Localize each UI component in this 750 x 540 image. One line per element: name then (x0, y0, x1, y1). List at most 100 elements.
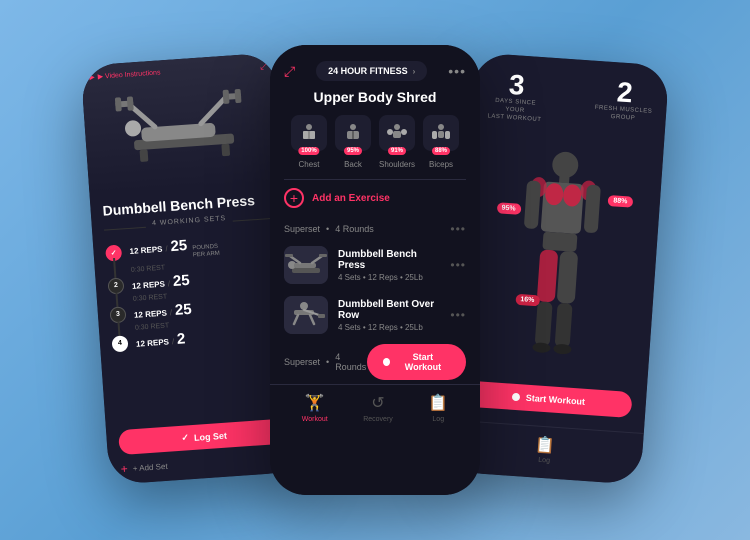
body-map-area: 95% 88% 16% (452, 126, 664, 394)
chest-pct: 100% (298, 147, 319, 155)
reps-1: 12 REPS (129, 244, 162, 255)
set-details-1: 12 REPS / 25 POUNDSPER ARM (129, 235, 220, 265)
bench-dots[interactable]: ••• (450, 258, 466, 272)
check-icon: ✓ (181, 432, 189, 443)
row-thumb-svg (284, 296, 328, 334)
chest-icon-bg (291, 115, 327, 151)
play-icon: ▶ (89, 73, 95, 81)
center-phone: ⤢ 24 HOUR FITNESS › ••• Upper Body Shred (270, 45, 480, 495)
add-exercise-label: Add an Exercise (312, 193, 390, 204)
workout-nav-label: Workout (302, 416, 328, 423)
set-details-3: 12 REPS / 25 (133, 301, 192, 322)
weight-4: 2 (176, 330, 186, 348)
add-set-label: + Add Set (132, 461, 167, 472)
muscle-item-biceps: 88% Biceps (423, 115, 459, 169)
nav-item-workout[interactable]: 🏋 Workout (302, 393, 328, 423)
days-stat: 3 DAYS SINCE YOURLAST WORKOUT (484, 69, 547, 124)
right-start-label: Start Workout (525, 393, 585, 407)
weight-2: 25 (172, 272, 190, 290)
quad-pct-badge: 16% (515, 294, 540, 307)
start-btn-dot (383, 358, 390, 366)
weight-1: 25 (170, 237, 188, 255)
workout-image: ▶ ▶ Video Instructions ⤢ (81, 52, 285, 195)
row-dots[interactable]: ••• (450, 308, 466, 322)
center-dots-menu[interactable]: ••• (448, 63, 466, 79)
center-expand-icon[interactable]: ⤢ (284, 63, 295, 80)
center-phone-content: ⤢ 24 HOUR FITNESS › ••• Upper Body Shred (270, 45, 480, 495)
superset-2-row: Superset • 4 Rounds Start Workout (270, 340, 480, 384)
exercise-card-row: Dumbbell Bent Over Row 4 Sets • 12 Reps … (270, 290, 480, 340)
shoulders-label: Shoulders (379, 160, 415, 169)
fresh-stat: 2 FRESH MUSCLESGROUP (594, 77, 654, 124)
shoulders-svg (385, 121, 409, 145)
chest-label: Chest (299, 160, 320, 169)
biceps-icon-bg (423, 115, 459, 151)
fresh-number: 2 (595, 77, 654, 109)
add-exercise-row[interactable]: + Add an Exercise (270, 180, 480, 216)
fresh-desc: FRESH MUSCLESGROUP (594, 105, 652, 125)
workout-info: Dumbbell Bench Press 4 WORKING SETS ✓ 12… (90, 182, 301, 427)
biceps-label: Biceps (429, 160, 453, 169)
chest-svg (297, 121, 321, 145)
sets-label: 4 WORKING SETS (152, 215, 227, 227)
nav-item-log[interactable]: 📋 Log (428, 393, 448, 423)
superset-1-header: Superset • 4 Rounds ••• (270, 216, 480, 240)
reps-2: 12 REPS (132, 280, 165, 291)
right-header: 3 DAYS SINCE YOURLAST WORKOUT 2 FRESH MU… (470, 52, 670, 139)
add-exercise-icon: + (284, 188, 304, 208)
back-icon-bg (335, 115, 371, 151)
gym-chevron-icon: › (413, 67, 416, 76)
recovery-nav-icon: ↺ (371, 393, 384, 413)
log-nav-label: Log (432, 416, 444, 423)
workout-nav-icon: 🏋 (305, 393, 325, 413)
biceps-svg (429, 121, 453, 145)
muscle-groups: 100% Chest 95% (270, 115, 480, 179)
log-nav-icon: 📋 (428, 393, 448, 413)
shoulders-icon-bg (379, 115, 415, 151)
set-details-2: 12 REPS / 25 (131, 272, 190, 293)
exercise-card-bench: Dumbbell Bench Press 4 Sets • 12 Reps • … (270, 240, 480, 290)
phones-container: ▶ ▶ Video Instructions ⤢ Dumbbell Bench … (75, 45, 675, 495)
back-pct: 95% (344, 147, 362, 155)
set-number-3: 3 (109, 306, 126, 323)
bench-name: Dumbbell Bench Press (338, 249, 440, 271)
center-bottom-nav: 🏋 Workout ↺ Recovery 📋 Log (270, 384, 480, 437)
add-set-plus-icon: + (120, 462, 128, 476)
nav-item-recovery[interactable]: ↺ Recovery (363, 393, 393, 423)
set-details-4: 12 REPS / 2 (135, 330, 186, 350)
superset-1-label: Superset • 4 Rounds (284, 224, 374, 234)
shoulders-icon-wrap: 91% (379, 115, 415, 151)
right-nav-log[interactable]: 📋 Log (534, 435, 556, 465)
bench-meta: 4 Sets • 12 Reps • 25Lb (338, 273, 440, 282)
back-icon-wrap: 95% (335, 115, 371, 151)
gym-name: 24 HOUR FITNESS (328, 66, 408, 76)
back-svg (341, 121, 365, 145)
shoulder-pct-badge: 88% (608, 195, 633, 208)
bench-press-svg (109, 74, 255, 174)
reps-3: 12 REPS (134, 309, 167, 320)
expand-icon[interactable]: ⤢ (260, 61, 269, 73)
row-info: Dumbbell Bent Over Row 4 Sets • 12 Reps … (338, 299, 440, 332)
row-name: Dumbbell Bent Over Row (338, 299, 440, 321)
superset-2-label: Superset • 4 Rounds (284, 352, 367, 372)
weight-3: 25 (174, 301, 192, 319)
chest-icon-wrap: 100% (291, 115, 327, 151)
recovery-nav-label: Recovery (363, 416, 393, 423)
divider-left (104, 227, 146, 231)
back-label: Back (344, 160, 362, 169)
gym-badge[interactable]: 24 HOUR FITNESS › (316, 61, 427, 81)
right-log-icon: 📋 (535, 435, 556, 456)
weight-label-1: POUNDSPER ARM (192, 243, 220, 259)
muscle-item-chest: 100% Chest (291, 115, 327, 169)
biceps-icon-wrap: 88% (423, 115, 459, 151)
center-workout-title: Upper Body Shred (270, 89, 480, 115)
divider-right (232, 218, 274, 222)
center-header: ⤢ 24 HOUR FITNESS › ••• (270, 45, 480, 89)
shoulders-pct: 91% (388, 147, 406, 155)
set-number-4: 4 (111, 335, 128, 352)
bench-info: Dumbbell Bench Press 4 Sets • 12 Reps • … (338, 249, 440, 282)
row-thumb (284, 296, 328, 334)
days-number: 3 (486, 69, 548, 101)
superset-1-dots[interactable]: ••• (450, 222, 466, 236)
start-workout-button[interactable]: Start Workout (367, 344, 466, 380)
